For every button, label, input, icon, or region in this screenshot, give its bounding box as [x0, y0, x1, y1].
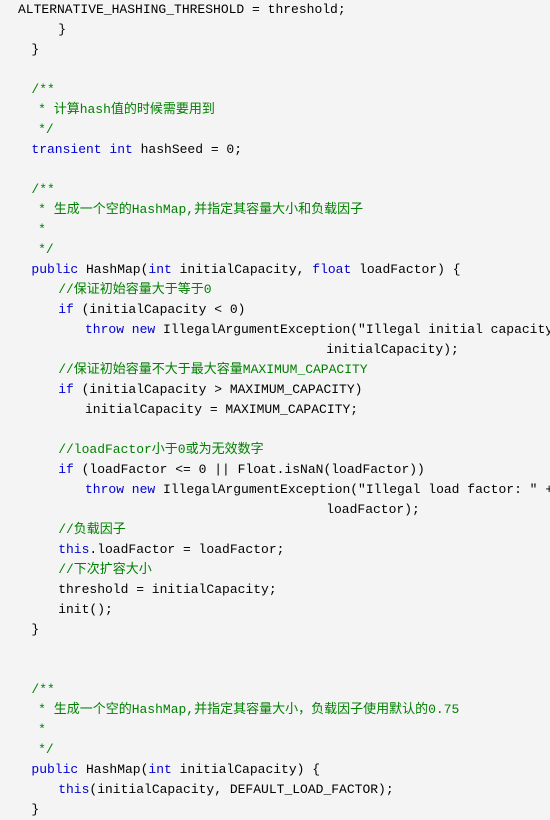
code-text: IllegalArgumentException("Illegal initia… — [155, 322, 550, 337]
code-text: } — [31, 42, 40, 57]
code-line: */ — [0, 740, 550, 760]
code-line: * — [0, 220, 550, 240]
code-line: */ — [0, 240, 550, 260]
code-line: if (loadFactor <= 0 || Float.isNaN(loadF… — [0, 460, 550, 480]
code-line: } — [0, 20, 550, 40]
code-line: transient int hashSeed = 0; — [0, 140, 550, 160]
code-line: initialCapacity); — [0, 340, 550, 360]
code-line: //负载因子 — [0, 520, 550, 540]
code-line: if (initialCapacity > MAXIMUM_CAPACITY) — [0, 380, 550, 400]
code-line: this.loadFactor = loadFactor; — [0, 540, 550, 560]
code-line: this(initialCapacity, DEFAULT_LOAD_FACTO… — [0, 780, 550, 800]
code-text: } — [31, 622, 40, 637]
code-text: (initialCapacity, DEFAULT_LOAD_FACTOR); — [89, 782, 394, 797]
code-keyword: throw new — [85, 322, 156, 337]
code-comment: * 生成一个空的HashMap,并指定其容量大小，负载因子使用默认的0.75 — [38, 702, 460, 717]
code-line: } — [0, 800, 550, 820]
code-keyword: this — [58, 782, 90, 797]
code-line: * 计算hash值的时候需要用到 — [0, 100, 550, 120]
code-text: ALTERNATIVE_HASHING_THRESHOLD = threshol… — [18, 2, 346, 17]
code-comment: * — [38, 722, 46, 737]
code-line: } — [0, 620, 550, 640]
code-comment: //负载因子 — [58, 522, 126, 537]
code-comment: */ — [38, 242, 54, 257]
code-line: } — [0, 40, 550, 60]
code-keyword: public — [31, 262, 79, 277]
code-line: threshold = initialCapacity; — [0, 580, 550, 600]
code-comment: /** — [31, 682, 55, 697]
code-line: /** — [0, 80, 550, 100]
code-text: (initialCapacity > MAXIMUM_CAPACITY) — [73, 382, 363, 397]
code-keyword: if — [58, 302, 74, 317]
code-comment: * 计算hash值的时候需要用到 — [38, 102, 215, 117]
code-text: } — [58, 22, 66, 37]
code-text: initialCapacity) { — [171, 762, 321, 777]
code-text: loadFactor) { — [351, 262, 461, 277]
code-line: public HashMap(int initialCapacity) { — [0, 760, 550, 780]
code-keyword: int — [148, 262, 172, 277]
code-line: init(); — [0, 600, 550, 620]
code-comment: /** — [31, 82, 55, 97]
code-line: //loadFactor小于0或为无效数字 — [0, 440, 550, 460]
code-keyword: public — [31, 762, 79, 777]
code-keyword: if — [58, 382, 74, 397]
code-text: (loadFactor <= 0 || Float.isNaN(loadFact… — [73, 462, 425, 477]
code-keyword: int — [148, 762, 172, 777]
code-text: hashSeed = 0; — [132, 142, 243, 157]
code-line: //保证初始容量大于等于0 — [0, 280, 550, 300]
code-comment: * 生成一个空的HashMap,并指定其容量大小和负载因子 — [38, 202, 364, 217]
code-text: initialCapacity); — [326, 342, 459, 357]
code-keyword: transient int — [31, 142, 133, 157]
code-keyword: float — [312, 262, 352, 277]
code-line: public HashMap(int initialCapacity, floa… — [0, 260, 550, 280]
code-line: if (initialCapacity < 0) — [0, 300, 550, 320]
code-comment: //保证初始容量大于等于0 — [58, 282, 212, 297]
code-comment: //保证初始容量不大于最大容量MAXIMUM_CAPACITY — [58, 362, 368, 377]
code-text: init(); — [58, 602, 113, 617]
code-text: threshold = initialCapacity; — [58, 582, 277, 597]
code-editor-viewport[interactable]: ALTERNATIVE_HASHING_THRESHOLD = threshol… — [0, 0, 550, 817]
code-text: (initialCapacity < 0) — [73, 302, 246, 317]
code-text: HashMap( — [78, 762, 149, 777]
code-text: IllegalArgumentException("Illegal load f… — [155, 482, 550, 497]
code-line: * 生成一个空的HashMap,并指定其容量大小和负载因子 — [0, 200, 550, 220]
code-comment: */ — [38, 742, 54, 757]
code-text: initialCapacity, — [171, 262, 313, 277]
code-line: */ — [0, 120, 550, 140]
code-text: } — [31, 802, 40, 817]
code-comment: /** — [31, 182, 55, 197]
code-line: //保证初始容量不大于最大容量MAXIMUM_CAPACITY — [0, 360, 550, 380]
code-keyword: if — [58, 462, 74, 477]
code-text: initialCapacity = MAXIMUM_CAPACITY; — [85, 402, 359, 417]
code-text: .loadFactor = loadFactor; — [89, 542, 285, 557]
code-text: loadFactor); — [326, 502, 420, 517]
code-line: throw new IllegalArgumentException("Ille… — [0, 480, 550, 500]
code-comment: */ — [38, 122, 54, 137]
code-keyword: this — [58, 542, 90, 557]
code-comment: //下次扩容大小 — [58, 562, 152, 577]
code-line: throw new IllegalArgumentException("Ille… — [0, 320, 550, 340]
code-line: * 生成一个空的HashMap,并指定其容量大小，负载因子使用默认的0.75 — [0, 700, 550, 720]
code-line: loadFactor); — [0, 500, 550, 520]
code-line: /** — [0, 180, 550, 200]
code-line: //下次扩容大小 — [0, 560, 550, 580]
code-comment: * — [38, 222, 46, 237]
code-line: * — [0, 720, 550, 740]
code-text: HashMap( — [78, 262, 149, 277]
code-keyword: throw new — [85, 482, 156, 497]
code-line: ALTERNATIVE_HASHING_THRESHOLD = threshol… — [0, 0, 550, 20]
code-line: initialCapacity = MAXIMUM_CAPACITY; — [0, 400, 550, 420]
code-comment: //loadFactor小于0或为无效数字 — [58, 442, 264, 457]
code-line: /** — [0, 680, 550, 700]
